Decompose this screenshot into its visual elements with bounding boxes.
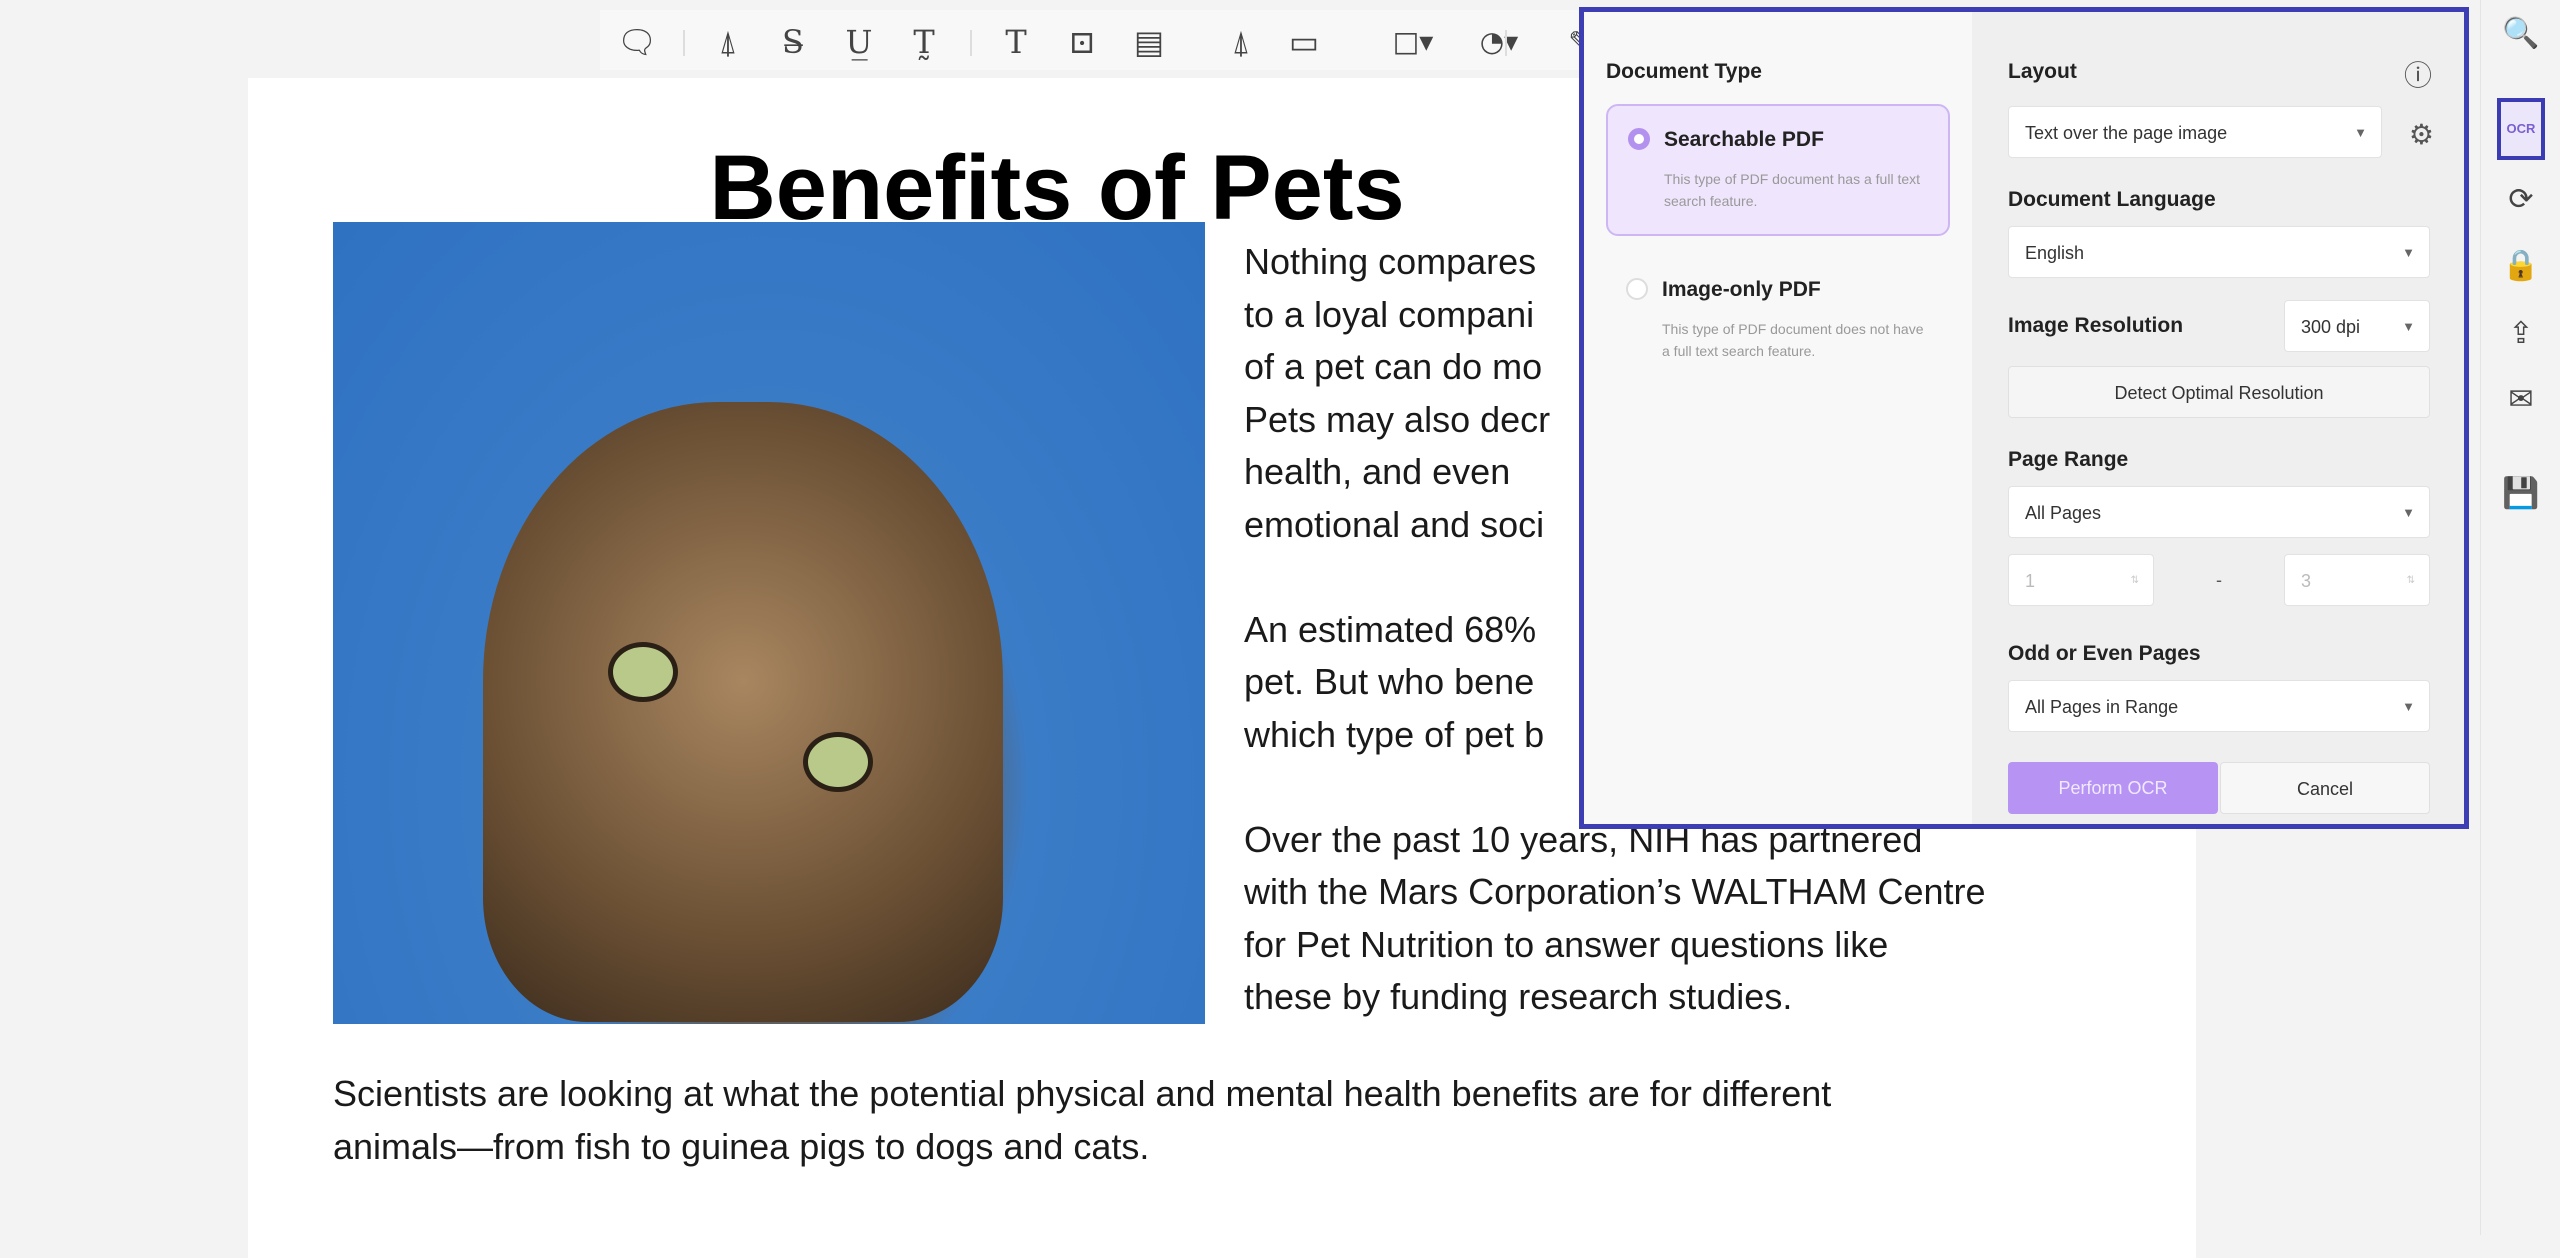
text-line: health, and even [1244,451,1511,492]
chevron-down-icon: ▼ [2354,125,2367,140]
ocr-icon[interactable]: OCR [2497,98,2545,160]
radio-searchable[interactable] [1628,128,1650,150]
layout-select[interactable]: Text over the page image ▼ [2008,106,2382,158]
callout-icon[interactable]: ▤ [1127,20,1171,64]
range-to-value: 3 [2301,571,2312,591]
toolbar-divider [683,30,685,56]
squiggly-icon[interactable]: T̰ [902,20,946,64]
stepper-arrows-icon[interactable]: ⇅ [2131,555,2139,607]
annotation-toolbar: 🗨⍋S̶U̲T̰T⊡▤⍋▭□▾◔▾✎ [600,10,1787,70]
resolution-label: Image Resolution [2008,314,2184,337]
layout-value: Text over the page image [2025,123,2228,143]
save-icon[interactable]: 💾 [2497,470,2545,518]
stamp-icon[interactable]: ◔▾ [1464,20,1534,64]
text-line: pet. But who bene [1244,661,1535,702]
option-label: Image-only PDF [1662,278,1821,301]
help-icon[interactable]: ⓘ [2404,54,2432,94]
text-line: these by funding research studies. [1244,976,1793,1017]
ocr-panel: Document Type Searchable PDF This type o… [1579,7,2469,829]
resolution-select[interactable]: 300 dpi ▼ [2284,300,2430,352]
range-to-stepper[interactable]: 3 ⇅ [2284,554,2430,606]
perform-ocr-button[interactable]: Perform OCR [2008,762,2218,814]
text-line: Scientists are looking at what the poten… [333,1073,1832,1114]
text-line: Pets may also decr [1244,398,1551,440]
chevron-down-icon: ▼ [2402,245,2415,260]
odd-even-select[interactable]: All Pages in Range ▼ [2008,680,2430,732]
document-type-label: Document Type [1606,60,1762,83]
convert-icon[interactable]: ⟳ [2497,176,2545,224]
protect-icon[interactable]: 🔒 [2497,242,2545,290]
cat-eye [608,642,678,702]
detect-resolution-button[interactable]: Detect Optimal Resolution [2008,366,2430,418]
comment-icon[interactable]: 🗨 [615,20,659,64]
gear-icon[interactable]: ⚙ [2409,118,2434,151]
underline-icon[interactable]: U̲ [837,20,881,64]
range-from-stepper[interactable]: 1 ⇅ [2008,554,2154,606]
text-line: An estimated 68% [1244,608,1537,650]
cat-figure [483,402,1003,1022]
text-line: animals—from fish to guinea pigs to dogs… [333,1126,1150,1167]
text-line: of a pet can do mo [1244,346,1543,387]
option-label: Searchable PDF [1664,128,1824,151]
cat-photo [333,222,1205,1024]
range-from-value: 1 [2025,571,2036,591]
document-type-section: Document Type Searchable PDF This type o… [1584,12,1972,824]
text-line: Nothing compares [1244,241,1537,282]
resolution-value: 300 dpi [2301,317,2361,337]
page-range-label: Page Range [2008,448,2129,471]
cancel-button[interactable]: Cancel [2220,762,2430,814]
chevron-down-icon: ▼ [2402,699,2415,714]
text-line: for Pet Nutrition to answer questions li… [1244,923,1889,965]
text-line: emotional and soci [1244,503,1545,545]
toolbar-divider [1505,30,1507,56]
chevron-down-icon: ▼ [2402,505,2415,520]
cat-eye [803,732,873,792]
layout-label: Layout [2008,60,2077,83]
ocr-settings-section: Layout ⓘ Text over the page image ▼ ⚙ Doc… [1972,12,2464,824]
text-line: which type of pet b [1244,713,1545,755]
odd-even-value: All Pages in Range [2025,697,2179,717]
eraser-icon[interactable]: ▭ [1282,20,1326,64]
search-icon[interactable]: 🔍 [2497,10,2545,58]
shape-icon[interactable]: □▾ [1378,20,1448,64]
email-icon[interactable]: ✉ [2497,376,2545,424]
pencil-icon[interactable]: ⍋ [1219,20,1263,64]
odd-even-label: Odd or Even Pages [2008,642,2201,665]
language-value: English [2025,243,2085,263]
language-label: Document Language [2008,188,2216,211]
radio-image-only[interactable] [1626,278,1648,300]
range-separator: - [2216,569,2222,590]
strikethrough-icon[interactable]: S̶ [771,20,815,64]
highlighter-icon[interactable]: ⍋ [706,20,750,64]
stepper-arrows-icon[interactable]: ⇅ [2407,555,2415,607]
option-desc: This type of PDF document does not have … [1662,321,1924,359]
toolbar-divider [970,30,972,56]
option-image-only-pdf[interactable]: Image-only PDF This type of PDF document… [1606,256,1950,384]
right-sidebar: 🔍 OCR ⟳ 🔒 ⇪ ✉ 💾 [2480,0,2560,1235]
option-desc: This type of PDF document has a full tex… [1664,171,1921,209]
text-line: to a loyal compani [1244,293,1535,335]
share-icon[interactable]: ⇪ [2497,310,2545,358]
chevron-down-icon: ▼ [2402,319,2415,334]
page-range-select[interactable]: All Pages ▼ [2008,486,2430,538]
language-select[interactable]: English ▼ [2008,226,2430,278]
page-range-value: All Pages [2025,503,2102,523]
option-searchable-pdf[interactable]: Searchable PDF This type of PDF document… [1606,104,1950,236]
text-line: with the Mars Corporation’s WALTHAM Cent… [1244,871,1986,912]
textbox-icon[interactable]: ⊡ [1060,20,1104,64]
text-icon[interactable]: T [994,20,1038,64]
